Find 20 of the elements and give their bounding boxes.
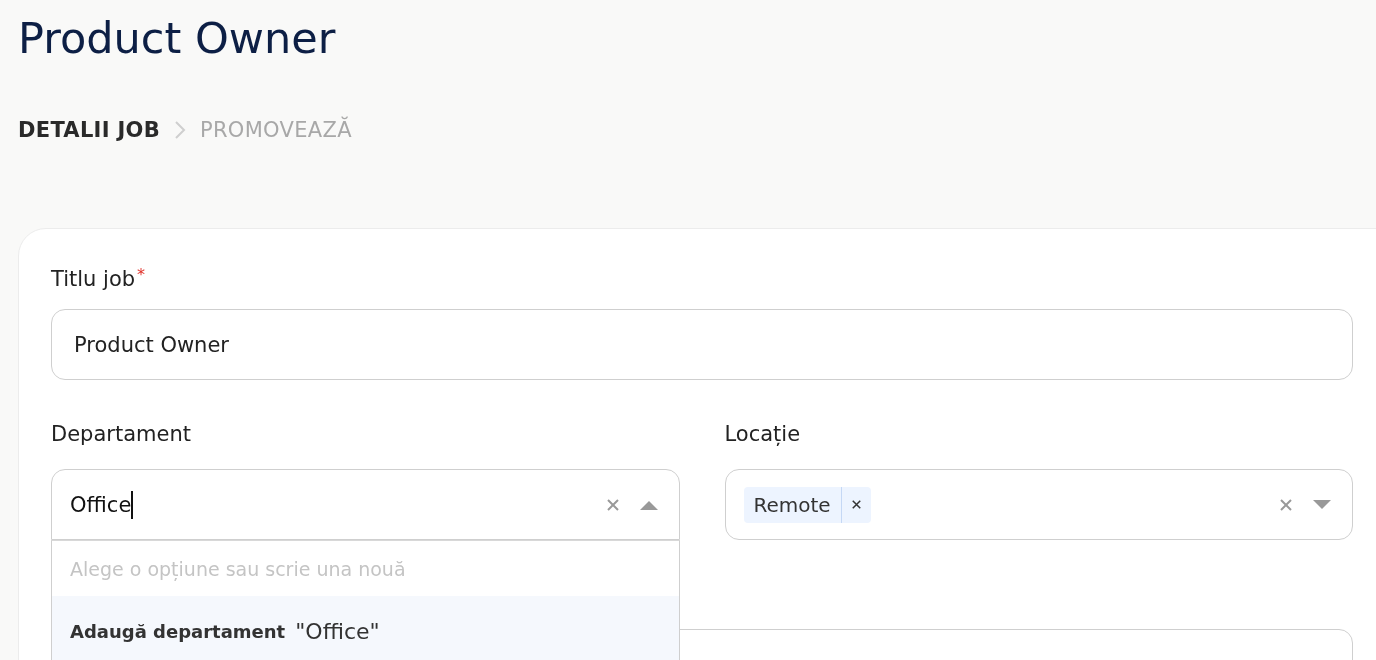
step-tab[interactable]: DETALII JOB [18,118,160,142]
input-field[interactable]: Product Owner [51,309,1353,380]
clear-icon[interactable] [1280,498,1292,511]
menu-option[interactable]: Adaugă departament "Office" [52,596,679,660]
field-label: Locație [724,421,802,448]
select-field[interactable]: Remote [724,469,1353,540]
select-field[interactable]: Office [51,469,680,540]
remove-icon[interactable] [851,500,861,509]
field-label: Titlu job [51,267,136,291]
caret-down-icon[interactable] [1313,499,1331,510]
clear-icon[interactable] [606,498,619,511]
tag-chip: Remote [743,486,871,523]
field-label: Departament [51,421,192,448]
typed-text: Office [70,492,132,517]
menu-hint: Alege o opțiune sau scrie una nouă [69,556,407,583]
text-cursor [131,490,134,519]
caret-up-icon[interactable] [639,499,658,510]
page-title: Product Owner [18,12,337,65]
required-mark: * [137,265,146,284]
chevron-right-icon [174,120,186,140]
